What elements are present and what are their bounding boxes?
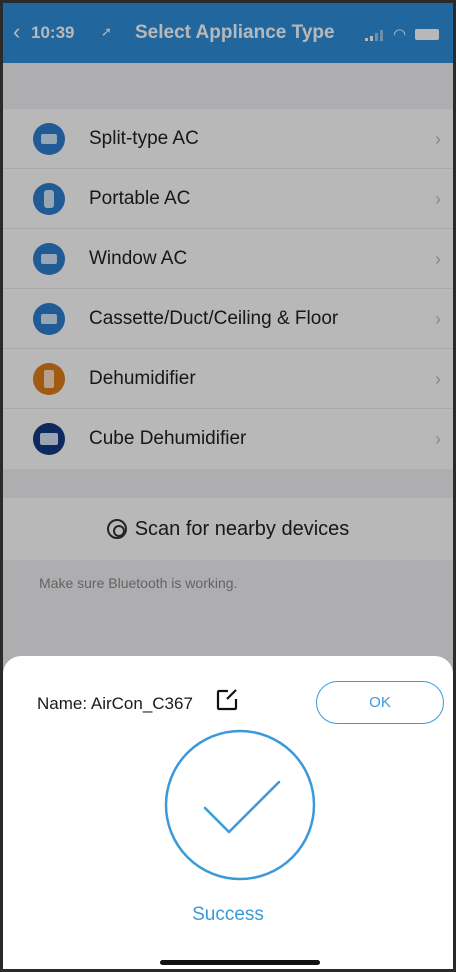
- device-name-label: Name: AirCon_C367: [37, 694, 193, 713]
- phone-frame: ‹ 10:39 ➚ Select Appliance Type ◠ Split-…: [0, 0, 456, 972]
- edit-icon[interactable]: [215, 688, 239, 712]
- success-bottom-sheet: Name: AirCon_C367 OK Success: [3, 656, 453, 969]
- success-status: Success: [192, 904, 264, 925]
- success-check-icon: [164, 729, 316, 881]
- ok-button[interactable]: OK: [316, 681, 444, 724]
- home-indicator[interactable]: [160, 960, 320, 965]
